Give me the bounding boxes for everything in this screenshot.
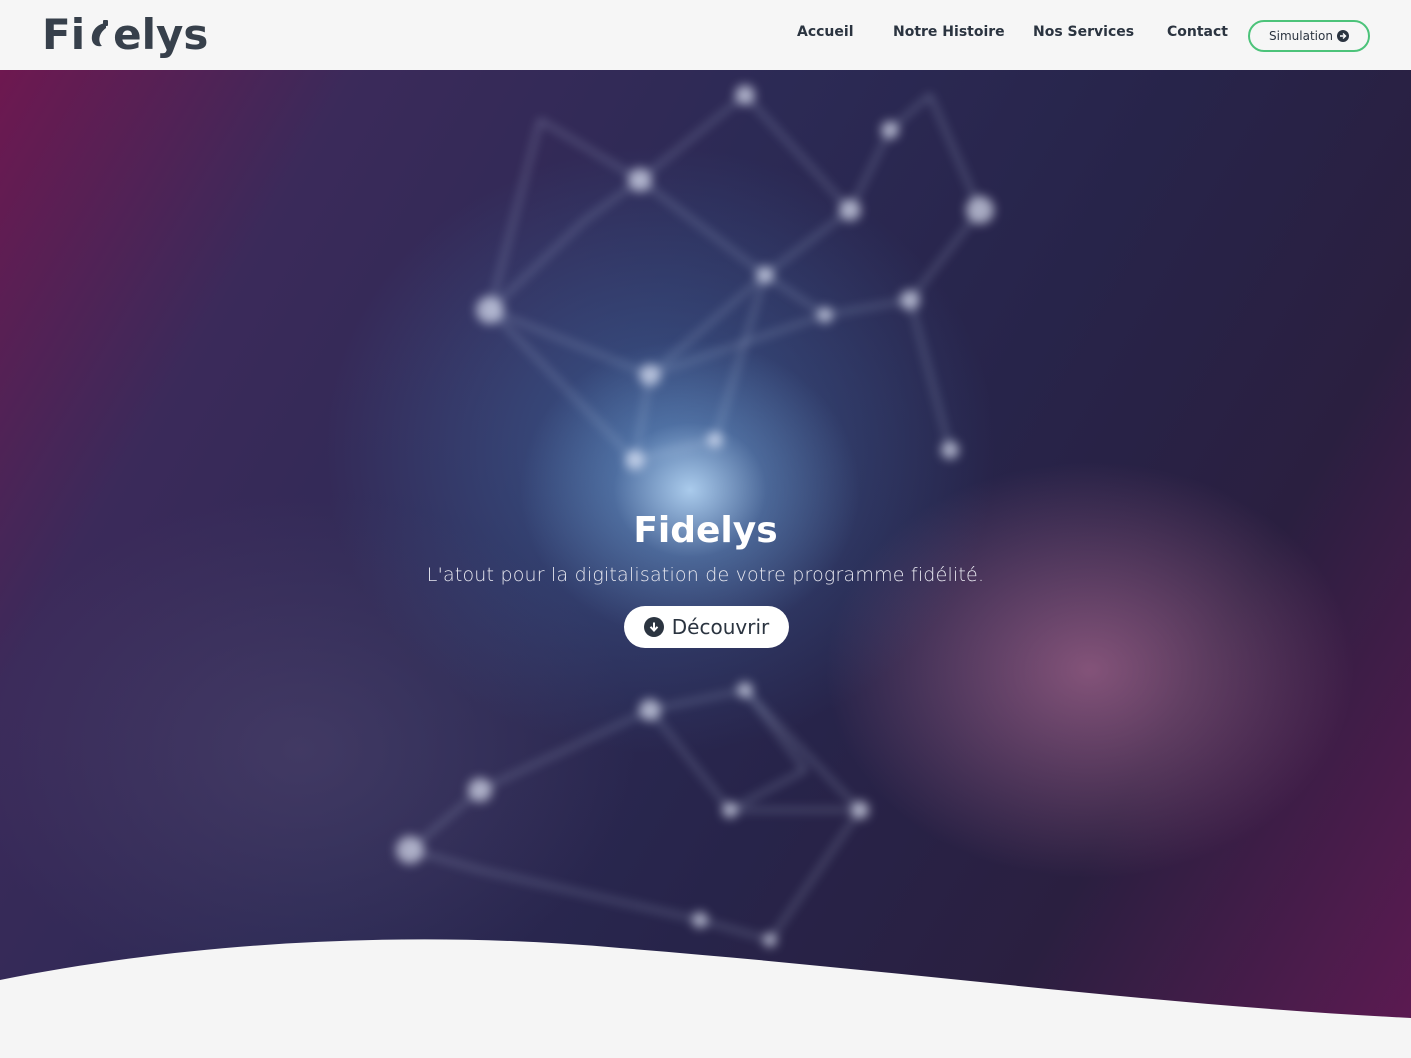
- circle-arrow-right-icon: [1336, 30, 1349, 42]
- hero-section: Fidelys L'atout pour la digitalisation d…: [0, 70, 1411, 1058]
- nav-item-nos-services[interactable]: Nos Services: [1033, 24, 1134, 40]
- nav-item-accueil[interactable]: Accueil: [797, 24, 854, 40]
- nav-item-notre-histoire[interactable]: Notre Histoire: [893, 24, 1005, 40]
- hero-bottom-wave: [0, 939, 1411, 1058]
- top-navbar: Fi elys Accueil Notre Histoire Nos Servi…: [0, 0, 1411, 70]
- simulation-button[interactable]: Simulation: [1248, 20, 1370, 52]
- simulation-button-label: Simulation: [1269, 29, 1333, 43]
- nav-item-contact[interactable]: Contact: [1167, 24, 1228, 40]
- main-nav: Accueil Notre Histoire Nos Services Cont…: [0, 0, 1411, 70]
